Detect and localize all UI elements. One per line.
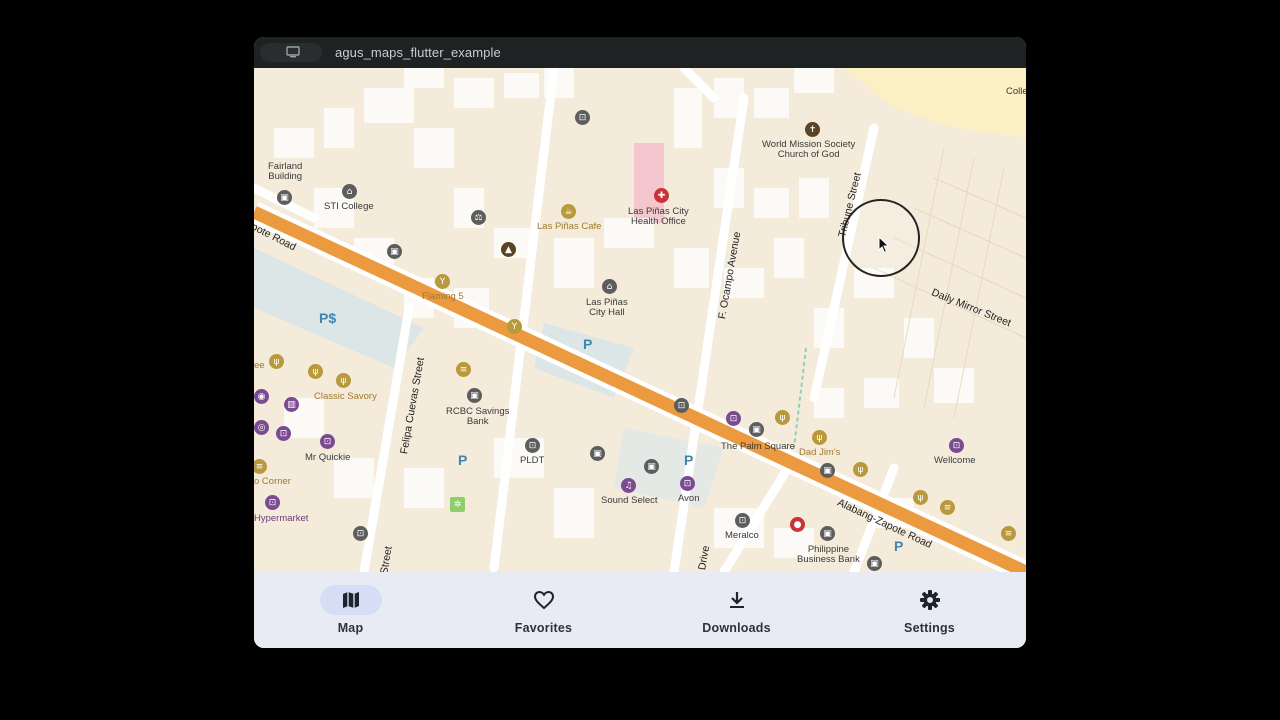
restaurant-icon[interactable]: ψ bbox=[269, 354, 284, 369]
nav-icon-container bbox=[513, 585, 575, 615]
basket-icon[interactable]: ⊡ bbox=[726, 411, 741, 426]
bar-icon[interactable]: Y bbox=[435, 274, 450, 289]
church-icon[interactable]: ✝ bbox=[805, 122, 820, 137]
place-wellcome: Wellcome bbox=[934, 455, 976, 466]
pointer-cursor-icon bbox=[878, 236, 890, 254]
cafe-icon[interactable]: ☕ bbox=[561, 204, 576, 219]
camp-icon[interactable]: ▲ bbox=[501, 242, 516, 257]
shop-icon-4[interactable]: ◎ bbox=[254, 420, 269, 435]
window-title: agus_maps_flutter_example bbox=[335, 45, 501, 60]
parking-icon-2[interactable]: P bbox=[458, 452, 467, 468]
bottom-navigation-bar: Map Favorites Downloads Settings bbox=[254, 572, 1026, 648]
parking-icon[interactable]: P bbox=[583, 336, 592, 352]
school-icon[interactable]: ⌂ bbox=[342, 184, 357, 199]
map-icon bbox=[342, 592, 359, 608]
window-controls[interactable] bbox=[260, 43, 322, 62]
cityhall-icon[interactable]: ⌂ bbox=[602, 279, 617, 294]
bank-icon-8[interactable]: ▣ bbox=[867, 556, 882, 571]
map-view[interactable]: pote Road Tribune Street F. Ocampo Avenu… bbox=[254, 68, 1026, 572]
utility-icon[interactable]: ⊡ bbox=[735, 513, 750, 528]
bank-icon-4[interactable]: ▣ bbox=[644, 459, 659, 474]
place-cafe: Las Piñas Cafe bbox=[537, 221, 602, 232]
place-palm-square: The Palm Square bbox=[721, 441, 795, 452]
place-corner: o Corner bbox=[254, 476, 291, 487]
bank-icon-3[interactable]: ▣ bbox=[590, 446, 605, 461]
bank-icon[interactable]: ▣ bbox=[387, 244, 402, 259]
app-window: agus_maps_flutter_example pote Road Trib… bbox=[254, 37, 1026, 648]
telecom-icon[interactable]: ⊡ bbox=[525, 438, 540, 453]
paid-parking-icon[interactable]: P$ bbox=[319, 310, 336, 326]
download-icon bbox=[729, 592, 744, 608]
nav-item-favorites[interactable]: Favorites bbox=[447, 572, 640, 648]
shop-icon-6[interactable]: ⊡ bbox=[320, 434, 335, 449]
parking-icon-3[interactable]: P bbox=[684, 452, 693, 468]
place-health-office: Las Piñas City Health Office bbox=[628, 206, 689, 227]
restaurant-icon-4[interactable]: ψ bbox=[775, 410, 790, 425]
place-fairland: Fairland Building bbox=[268, 161, 303, 182]
nav-icon-container bbox=[899, 585, 961, 615]
music-icon[interactable]: ♫ bbox=[621, 478, 636, 493]
bank-icon-7[interactable]: ▣ bbox=[820, 526, 835, 541]
bank-icon-6[interactable]: ▣ bbox=[820, 463, 835, 478]
fastfood-icon-4[interactable]: ≡ bbox=[1001, 526, 1016, 541]
place-sti: STI College bbox=[324, 201, 374, 212]
hospital-icon[interactable]: ✚ bbox=[654, 188, 669, 203]
nav-label-map: Map bbox=[337, 621, 364, 635]
parking-icon-4[interactable]: P bbox=[894, 538, 903, 554]
shop-icon-2[interactable]: ◉ bbox=[254, 389, 269, 404]
nav-item-map[interactable]: Map bbox=[254, 572, 447, 648]
gear-icon bbox=[919, 590, 940, 610]
nav-item-settings[interactable]: Settings bbox=[833, 572, 1026, 648]
bank-icon-5[interactable]: ▣ bbox=[749, 422, 764, 437]
place-classic-savory: Classic Savory bbox=[314, 391, 377, 402]
title-bar: agus_maps_flutter_example bbox=[254, 37, 1026, 68]
place-phil-bank: Philippine Business Bank bbox=[797, 544, 860, 565]
place-meralco: Meralco bbox=[725, 530, 759, 541]
shop-icon-5[interactable]: ⊡ bbox=[276, 426, 291, 441]
bank-icon-2[interactable]: ▣ bbox=[467, 388, 482, 403]
shop-icon-3[interactable]: ▥ bbox=[284, 397, 299, 412]
nav-label-settings: Settings bbox=[904, 621, 955, 635]
nav-label-favorites: Favorites bbox=[514, 621, 573, 635]
place-pldt: PLDT bbox=[520, 455, 545, 466]
building-icon[interactable]: ▣ bbox=[277, 190, 292, 205]
screen-icon bbox=[286, 46, 300, 58]
cosmetics-icon[interactable]: ⊡ bbox=[680, 476, 695, 491]
shop-icon-7[interactable]: ⊡ bbox=[353, 526, 368, 541]
place-hypermarket: Hypermarket bbox=[254, 513, 309, 524]
restaurant-icon-7[interactable]: ψ bbox=[913, 490, 928, 505]
place-dad-jims: Dad Jim's bbox=[799, 447, 841, 458]
bar-icon-2[interactable]: Y bbox=[507, 319, 522, 334]
shop-icon[interactable]: ⊡ bbox=[575, 110, 590, 125]
nav-label-downloads: Downloads bbox=[702, 621, 771, 635]
place-ee: ee bbox=[254, 360, 265, 371]
car-icon[interactable]: ⊡ bbox=[674, 398, 689, 413]
heart-icon bbox=[533, 590, 554, 610]
cart-icon[interactable]: ⊡ bbox=[265, 495, 280, 510]
place-sound-select: Sound Select bbox=[601, 495, 658, 506]
place-mr-quickie: Mr Quickie bbox=[305, 452, 351, 463]
recycle-icon[interactable]: ✲ bbox=[450, 497, 465, 512]
nav-item-downloads[interactable]: Downloads bbox=[640, 572, 833, 648]
fastfood-icon[interactable]: ≡ bbox=[456, 362, 471, 377]
place-flaming: Flaming 5 bbox=[422, 291, 464, 302]
place-avon: Avon bbox=[678, 493, 700, 504]
restaurant-icon-3[interactable]: ψ bbox=[336, 373, 351, 388]
place-cityhall: Las Piñas City Hall bbox=[586, 297, 628, 318]
place-rcbc: RCBC Savings Bank bbox=[446, 406, 510, 427]
fastfood-icon-3[interactable]: ≡ bbox=[940, 500, 955, 515]
place-church: World Mission Society Church of God bbox=[762, 139, 856, 160]
place-colle: Colle bbox=[1006, 86, 1026, 97]
court-icon[interactable]: ⚖ bbox=[471, 210, 486, 225]
restaurant-icon-5[interactable]: ψ bbox=[812, 430, 827, 445]
cart-icon-2[interactable]: ⊡ bbox=[949, 438, 964, 453]
pin-icon[interactable]: ● bbox=[790, 517, 805, 532]
restaurant-icon-6[interactable]: ψ bbox=[853, 462, 868, 477]
restaurant-icon-2[interactable]: ψ bbox=[308, 364, 323, 379]
nav-active-indicator bbox=[319, 585, 382, 615]
nav-icon-container bbox=[706, 585, 768, 615]
